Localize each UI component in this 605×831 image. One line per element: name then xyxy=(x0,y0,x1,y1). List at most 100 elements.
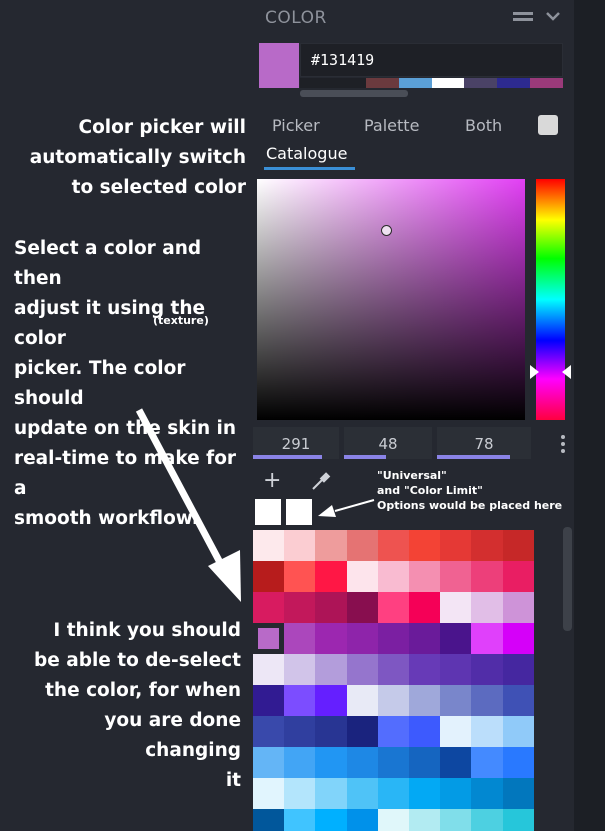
palette-swatch[interactable] xyxy=(471,561,503,592)
palette-swatch[interactable] xyxy=(471,809,503,831)
palette-swatch[interactable] xyxy=(502,561,534,592)
palette-swatch[interactable] xyxy=(284,592,316,623)
palette-swatch[interactable] xyxy=(253,654,285,685)
palette-swatch[interactable] xyxy=(284,778,316,809)
palette-swatch[interactable] xyxy=(284,561,316,592)
palette-swatch[interactable] xyxy=(471,654,503,685)
palette-swatch[interactable] xyxy=(377,530,409,561)
palette-swatch[interactable] xyxy=(253,716,285,747)
palette-swatch[interactable] xyxy=(346,716,378,747)
palette-swatch[interactable] xyxy=(315,809,347,831)
palette-swatch[interactable] xyxy=(408,747,441,778)
palette-swatch[interactable] xyxy=(408,530,441,561)
palette-swatch[interactable] xyxy=(346,747,378,778)
hue-field[interactable]: 291 xyxy=(253,427,339,459)
history-color[interactable] xyxy=(497,78,531,88)
palette-swatch[interactable] xyxy=(377,592,409,623)
hue-handle-right[interactable] xyxy=(562,365,571,379)
palette-swatch[interactable] xyxy=(471,530,503,561)
palette-swatch[interactable] xyxy=(440,809,472,831)
palette-swatch[interactable] xyxy=(471,592,503,623)
palette-swatch[interactable] xyxy=(471,685,503,716)
palette-swatch[interactable] xyxy=(408,561,441,592)
history-color[interactable] xyxy=(300,78,333,88)
palette-swatch[interactable] xyxy=(377,716,409,747)
history-color[interactable] xyxy=(464,78,498,88)
palette-swatch[interactable] xyxy=(408,809,441,831)
palette-swatch[interactable] xyxy=(502,716,534,747)
palette-swatch[interactable] xyxy=(440,561,472,592)
palette-swatch[interactable] xyxy=(315,716,347,747)
kebab-icon[interactable] xyxy=(561,435,566,453)
palette-swatch[interactable] xyxy=(315,592,347,623)
palette-swatch[interactable] xyxy=(346,654,378,685)
palette-swatch[interactable] xyxy=(471,716,503,747)
palette-swatch[interactable] xyxy=(377,778,409,809)
history-color[interactable] xyxy=(365,78,399,88)
palette-swatch[interactable] xyxy=(315,778,347,809)
current-color-swatch[interactable] xyxy=(259,43,299,88)
palette-swatch[interactable] xyxy=(284,685,316,716)
palette-swatch[interactable] xyxy=(284,809,316,831)
hue-slider[interactable] xyxy=(536,179,565,420)
palette-swatch[interactable] xyxy=(253,561,285,592)
palette-swatch[interactable] xyxy=(346,778,378,809)
chevron-down-icon[interactable] xyxy=(545,8,561,24)
palette-swatch[interactable] xyxy=(284,716,316,747)
history-color[interactable] xyxy=(431,78,465,88)
universal-option-box[interactable] xyxy=(255,499,281,525)
saturation-field[interactable]: 48 xyxy=(344,427,432,459)
palette-swatch[interactable] xyxy=(440,716,472,747)
palette-swatch[interactable] xyxy=(253,747,285,778)
menu-icon[interactable] xyxy=(513,12,533,22)
palette-swatch[interactable] xyxy=(315,623,347,654)
selected-palette-swatch[interactable] xyxy=(253,623,285,654)
eyedropper-icon[interactable] xyxy=(310,470,332,492)
palette-swatch[interactable] xyxy=(502,685,534,716)
palette-swatch[interactable] xyxy=(502,530,534,561)
palette-swatch[interactable] xyxy=(315,561,347,592)
history-color[interactable] xyxy=(530,78,563,88)
palette-swatch[interactable] xyxy=(502,747,534,778)
palette-swatch[interactable] xyxy=(408,778,441,809)
color-limit-option-box[interactable] xyxy=(286,499,312,525)
palette-swatch[interactable] xyxy=(284,530,316,561)
palette-scrollbar[interactable] xyxy=(563,527,572,631)
history-scrollbar[interactable] xyxy=(300,90,408,97)
palette-swatch[interactable] xyxy=(253,685,285,716)
palette-swatch[interactable] xyxy=(440,530,472,561)
palette-swatch[interactable] xyxy=(346,592,378,623)
value-field[interactable]: 78 xyxy=(437,427,531,459)
palette-swatch[interactable] xyxy=(502,623,534,654)
palette-swatch[interactable] xyxy=(502,778,534,809)
tab-both[interactable]: Both xyxy=(465,116,502,135)
palette-swatch[interactable] xyxy=(253,530,285,561)
palette-swatch[interactable] xyxy=(408,623,441,654)
palette-swatch[interactable] xyxy=(502,592,534,623)
palette-swatch[interactable] xyxy=(377,561,409,592)
tab-picker[interactable]: Picker xyxy=(272,116,320,135)
palette-swatch[interactable] xyxy=(315,747,347,778)
palette-swatch[interactable] xyxy=(440,778,472,809)
palette-swatch[interactable] xyxy=(440,623,472,654)
hue-handle-left[interactable] xyxy=(530,365,539,379)
palette-swatch[interactable] xyxy=(471,747,503,778)
palette-swatch[interactable] xyxy=(408,654,441,685)
palette-swatch[interactable] xyxy=(284,654,316,685)
palette-swatch[interactable] xyxy=(377,623,409,654)
palette-swatch[interactable] xyxy=(440,747,472,778)
palette-swatch[interactable] xyxy=(377,685,409,716)
hex-input[interactable]: #131419 xyxy=(300,43,563,77)
palette-swatch[interactable] xyxy=(346,561,378,592)
palette-swatch[interactable] xyxy=(284,623,316,654)
palette-swatch[interactable] xyxy=(440,654,472,685)
palette-swatch[interactable] xyxy=(253,592,285,623)
plus-icon[interactable]: + xyxy=(263,470,281,492)
palette-swatch[interactable] xyxy=(315,654,347,685)
palette-swatch[interactable] xyxy=(440,592,472,623)
palette-swatch[interactable] xyxy=(346,809,378,831)
palette-swatch[interactable] xyxy=(346,530,378,561)
palette-swatch[interactable] xyxy=(377,747,409,778)
palette-swatch[interactable] xyxy=(315,685,347,716)
palette-swatch[interactable] xyxy=(315,530,347,561)
